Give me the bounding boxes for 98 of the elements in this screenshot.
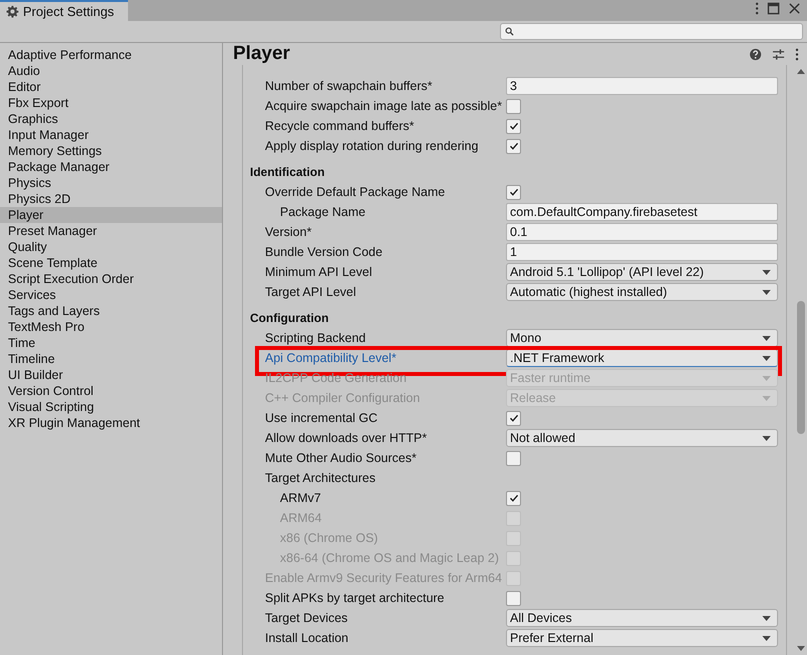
checkmark-icon — [508, 492, 520, 504]
field-label: Target Devices — [264, 611, 349, 625]
checkbox[interactable] — [506, 118, 521, 134]
sidebar-item[interactable]: Quality — [0, 239, 222, 255]
field-label: C++ Compiler Configuration — [264, 391, 421, 405]
dropdown[interactable]: .NET Framework — [506, 349, 778, 367]
section-heading: Identification — [250, 164, 326, 181]
sidebar-item[interactable]: Physics — [0, 175, 222, 191]
caret-icon — [762, 356, 772, 360]
more-icon[interactable] — [795, 48, 799, 60]
dropdown[interactable]: Not allowed — [506, 429, 778, 447]
field-label: x86 (Chrome OS) — [279, 531, 379, 545]
checkbox[interactable] — [506, 490, 521, 506]
field-label: x86-64 (Chrome OS and Magic Leap 2) — [279, 551, 500, 565]
search-icon — [505, 27, 514, 36]
field-label: Recycle command buffers* — [264, 119, 416, 133]
sidebar-item[interactable]: Physics 2D — [0, 191, 222, 207]
window-tab[interactable]: Project Settings — [0, 0, 128, 21]
checkbox[interactable] — [506, 450, 521, 466]
caret-icon — [762, 290, 772, 294]
field-label: Allow downloads over HTTP* — [264, 431, 428, 445]
text-field[interactable]: 1 — [506, 243, 778, 261]
text-field[interactable]: 0.1 — [506, 223, 778, 241]
caret-icon — [762, 336, 772, 340]
caret-icon — [762, 436, 772, 440]
field-label: Package Name — [279, 205, 366, 219]
field-label: Version* — [264, 225, 313, 239]
sidebar-item[interactable]: Version Control — [0, 383, 222, 399]
sidebar-item[interactable]: Editor — [0, 79, 222, 95]
text-field[interactable]: com.DefaultCompany.firebasetest — [506, 203, 778, 221]
checkmark-icon — [508, 120, 520, 132]
field-label: ARMv7 — [279, 491, 322, 505]
caret-icon — [762, 270, 772, 274]
field-label: Number of swapchain buffers* — [264, 79, 434, 93]
sliders-icon[interactable] — [772, 48, 785, 60]
sidebar-item[interactable]: Fbx Export — [0, 95, 222, 111]
dropdown[interactable]: All Devices — [506, 609, 778, 627]
sidebar-item[interactable]: Time — [0, 335, 222, 351]
sidebar-item[interactable]: Tags and Layers — [0, 303, 222, 319]
field-label: Bundle Version Code — [264, 245, 384, 259]
field-label: Use incremental GC — [264, 411, 379, 425]
sidebar-item[interactable]: Player — [0, 207, 222, 223]
field-label: Mute Other Audio Sources* — [264, 451, 418, 465]
dropdown[interactable]: Automatic (highest installed) — [506, 283, 778, 301]
sidebar-item[interactable]: UI Builder — [0, 367, 222, 383]
help-icon[interactable] — [749, 48, 762, 60]
sidebar-item[interactable]: Memory Settings — [0, 143, 222, 159]
checkbox[interactable] — [506, 184, 521, 200]
dropdown[interactable]: Mono — [506, 329, 778, 347]
page-title: Player — [233, 43, 290, 65]
caret-icon — [762, 376, 772, 380]
field-label: Install Location — [264, 631, 350, 645]
checkbox[interactable] — [506, 98, 521, 114]
section-heading: Configuration — [250, 310, 330, 327]
caret-icon — [762, 636, 772, 640]
more-icon[interactable] — [755, 2, 759, 15]
caret-icon — [762, 396, 772, 400]
checkmark-icon — [508, 140, 520, 152]
checkbox[interactable] — [506, 410, 521, 426]
text-field[interactable]: 3 — [506, 77, 778, 95]
sidebar-item[interactable]: XR Plugin Management — [0, 415, 222, 431]
dropdown[interactable]: Android 5.1 'Lollipop' (API level 22) — [506, 263, 778, 281]
field-label: Target Architectures — [264, 471, 376, 485]
sidebar-item[interactable]: Adaptive Performance — [0, 47, 222, 63]
field-label: Enable Armv9 Security Features for Arm64 — [264, 571, 503, 585]
sidebar-item[interactable]: Input Manager — [0, 127, 222, 143]
scrollbar-thumb[interactable] — [797, 301, 805, 434]
checkbox[interactable] — [506, 138, 521, 154]
sidebar-item[interactable]: Graphics — [0, 111, 222, 127]
sidebar-item[interactable]: Visual Scripting — [0, 399, 222, 415]
scroll-down-icon[interactable] — [797, 646, 805, 651]
checkmark-icon — [508, 412, 520, 424]
field-label: Target API Level — [264, 285, 358, 299]
field-label: Minimum API Level — [264, 265, 373, 279]
gear-icon — [6, 5, 19, 18]
field-label: Scripting Backend — [264, 331, 367, 345]
search-field[interactable] — [500, 23, 803, 40]
scroll-up-icon[interactable] — [797, 69, 805, 74]
checkmark-icon — [508, 186, 520, 198]
sidebar-item[interactable]: Services — [0, 287, 222, 303]
caret-icon — [762, 616, 772, 620]
field-label: Split APKs by target architecture — [264, 591, 446, 605]
field-label: Override Default Package Name — [264, 185, 446, 199]
sidebar-item[interactable]: Scene Template — [0, 255, 222, 271]
close-icon[interactable] — [788, 2, 801, 15]
field-label: Api Compatibility Level* — [264, 351, 398, 365]
sidebar-item[interactable]: Preset Manager — [0, 223, 222, 239]
sidebar-item[interactable]: TextMesh Pro — [0, 319, 222, 335]
checkbox[interactable] — [506, 590, 521, 606]
sidebar-item[interactable]: Audio — [0, 63, 222, 79]
maximize-icon[interactable] — [767, 2, 780, 15]
sidebar-item[interactable]: Timeline — [0, 351, 222, 367]
field-label: Acquire swapchain image late as possible* — [264, 99, 503, 113]
field-label: ARM64 — [279, 511, 323, 525]
sidebar-item[interactable]: Script Execution Order — [0, 271, 222, 287]
field-label: Apply display rotation during rendering — [264, 139, 480, 153]
dropdown[interactable]: Prefer External — [506, 629, 778, 647]
sidebar-item[interactable]: Package Manager — [0, 159, 222, 175]
